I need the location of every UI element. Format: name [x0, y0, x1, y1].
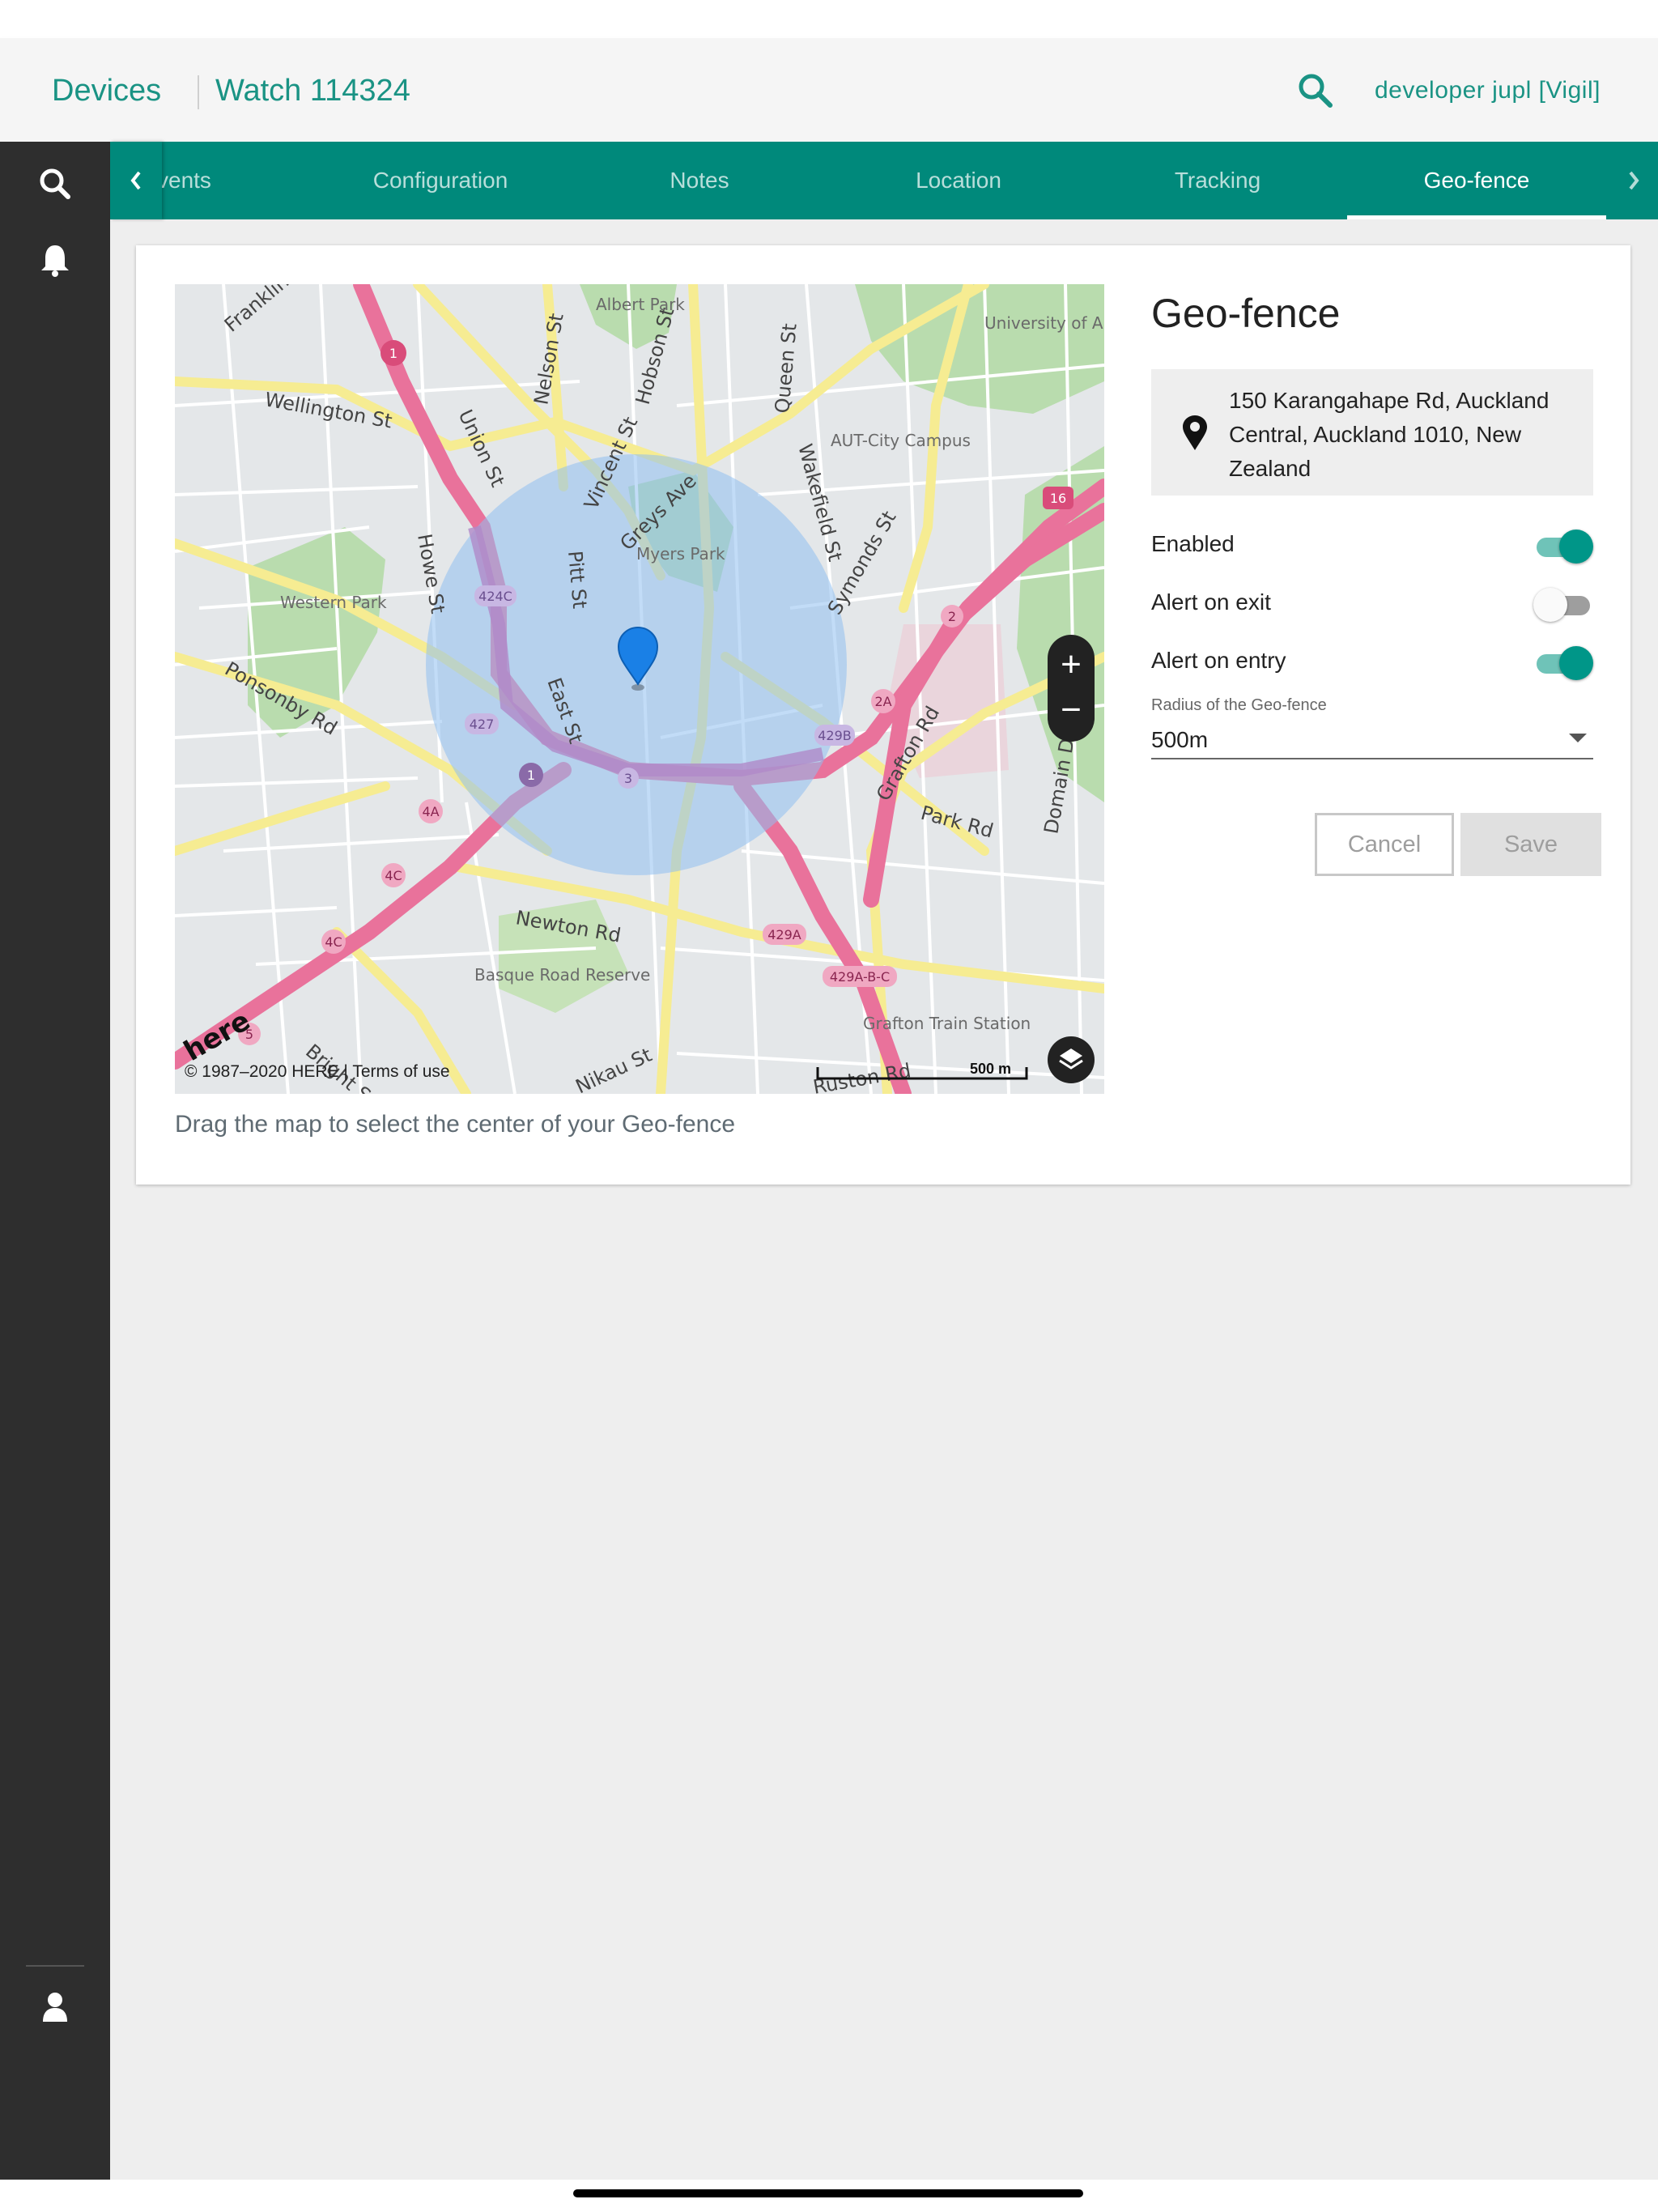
route-shield: 429A — [763, 924, 806, 945]
home-indicator[interactable] — [573, 2189, 1083, 2197]
map-copyright[interactable]: © 1987–2020 HERE | Terms of use — [185, 1062, 450, 1082]
alert-on-entry-label: Alert on entry — [1151, 648, 1286, 673]
place-label: Grafton Train Station — [863, 1014, 1031, 1033]
toggle-knob — [1533, 588, 1567, 622]
svg-text:4C: 4C — [385, 868, 402, 883]
svg-text:2: 2 — [948, 609, 956, 624]
place-label: Basque Road Reserve — [474, 965, 650, 985]
tab-geo-fence[interactable]: Geo-fence — [1347, 142, 1606, 219]
user-menu[interactable]: developer jupl [Vigil] — [1375, 77, 1601, 104]
map-instruction: Drag the map to select the center of you… — [175, 1111, 736, 1138]
bell-icon[interactable] — [36, 240, 74, 279]
breadcrumb-device: Watch 114324 — [215, 74, 410, 108]
place-label: Myers Park — [636, 544, 725, 564]
route-shield: 4A — [419, 799, 443, 823]
svg-text:424C: 424C — [478, 589, 512, 604]
zoom-in-button[interactable]: + — [1048, 641, 1095, 688]
route-shield: 429A-B-C — [823, 966, 897, 987]
sidebar — [0, 142, 110, 2180]
sidebar-divider — [26, 1965, 84, 1967]
route-shield: 1 — [380, 340, 406, 366]
toggle-knob — [1559, 646, 1593, 680]
radius-value: 500m — [1151, 727, 1209, 752]
place-label: University of Auckland-City Campus — [984, 313, 1104, 333]
map-scale-label: 500 m — [970, 1061, 1012, 1077]
svg-text:2A: 2A — [874, 694, 891, 709]
chevron-down-icon — [1569, 734, 1587, 742]
route-shield: 424C — [474, 585, 517, 606]
save-button[interactable]: Save — [1460, 813, 1601, 876]
place-label: Albert Park — [596, 295, 685, 314]
address-text: 150 Karangahape Rd, Auckland Central, Au… — [1229, 388, 1550, 481]
search-icon[interactable] — [1295, 70, 1336, 111]
svg-text:1: 1 — [527, 768, 535, 783]
svg-text:429A-B-C: 429A-B-C — [830, 969, 890, 985]
search-icon[interactable] — [36, 164, 74, 203]
route-shield: 3 — [618, 768, 639, 789]
svg-text:429A: 429A — [767, 927, 801, 942]
tab-events[interactable]: vents — [157, 142, 278, 219]
user-icon[interactable] — [36, 1988, 74, 2027]
cancel-button[interactable]: Cancel — [1315, 813, 1454, 876]
radius-select[interactable]: 500m — [1151, 722, 1593, 759]
top-bar: Devices Watch 114324 developer jupl [Vig… — [0, 38, 1658, 142]
address-box: 150 Karangahape Rd, Auckland Central, Au… — [1151, 369, 1593, 496]
route-shield: 2A — [871, 689, 895, 713]
tab-location[interactable]: Location — [829, 142, 1088, 219]
enabled-label: Enabled — [1151, 531, 1235, 556]
place-label: AUT-City Campus — [831, 431, 971, 450]
route-shield: 2 — [941, 605, 963, 627]
chevron-left-icon — [130, 171, 141, 190]
location-pin-icon — [1183, 415, 1207, 450]
zoom-out-button[interactable]: − — [1048, 687, 1095, 734]
breadcrumb-separator — [198, 75, 199, 109]
layers-icon — [1059, 1049, 1083, 1070]
enabled-toggle[interactable] — [1533, 528, 1593, 564]
zoom-control: + − — [1048, 635, 1095, 742]
chevron-right-icon — [1629, 171, 1639, 190]
route-shield: 4C — [381, 863, 406, 887]
map-canvas[interactable]: Franklin Wellington St Union St Nelson S… — [175, 284, 1104, 1094]
layers-button[interactable] — [1048, 1036, 1095, 1083]
alert-on-exit-toggle[interactable] — [1533, 586, 1593, 622]
tab-configuration[interactable]: Configuration — [311, 142, 570, 219]
tab-bar: vents Configuration Notes Location Track… — [110, 142, 1658, 219]
route-shield: 429B — [814, 725, 855, 746]
breadcrumb-devices[interactable]: Devices — [52, 74, 161, 108]
route-shield: 16 — [1043, 487, 1073, 509]
svg-text:1: 1 — [389, 346, 397, 361]
tab-scroll-right[interactable] — [1609, 142, 1658, 219]
svg-text:427: 427 — [470, 717, 495, 732]
route-shield: 4C — [321, 929, 346, 954]
toggle-knob — [1559, 530, 1593, 564]
tab-tracking[interactable]: Tracking — [1088, 142, 1347, 219]
svg-text:3: 3 — [624, 771, 632, 786]
tab-notes[interactable]: Notes — [570, 142, 829, 219]
route-shield: 427 — [465, 713, 499, 734]
alert-on-exit-label: Alert on exit — [1151, 589, 1271, 615]
svg-text:4C: 4C — [325, 934, 342, 950]
alert-on-entry-toggle[interactable] — [1533, 644, 1593, 680]
place-label: Western Park — [280, 593, 387, 612]
route-shield: 1 — [519, 763, 543, 787]
tab-scroll-left[interactable] — [110, 142, 162, 219]
svg-text:429B: 429B — [818, 728, 852, 743]
radius-label: Radius of the Geo-fence — [1151, 696, 1327, 714]
panel-title: Geo-fence — [1151, 291, 1341, 336]
map[interactable]: Franklin Wellington St Union St Nelson S… — [175, 284, 1104, 1094]
svg-text:16: 16 — [1050, 491, 1066, 506]
svg-text:4A: 4A — [422, 804, 439, 819]
